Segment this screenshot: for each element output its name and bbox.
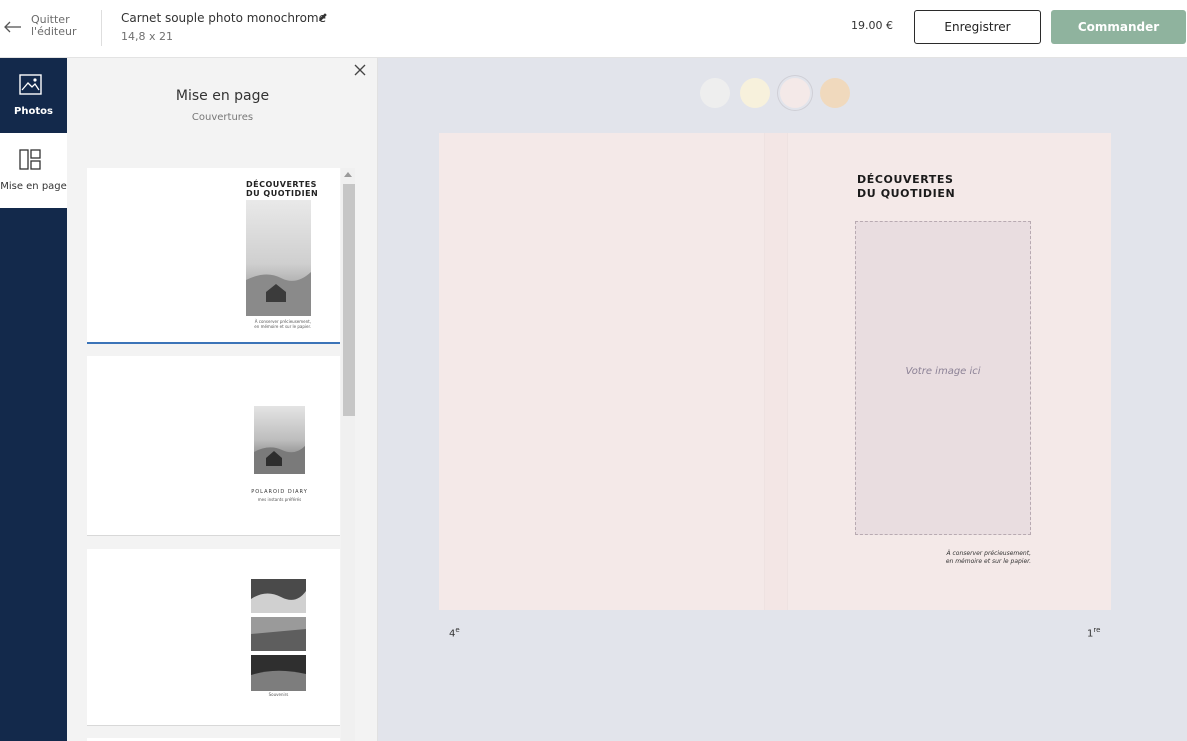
quit-editor-label: Quitter l'éditeur xyxy=(31,14,76,38)
page-suffix-front: re xyxy=(1093,626,1101,634)
thumb-caption: À conserver précieusement, en mémoire et… xyxy=(237,319,311,329)
sidebar-item-label: Mise en page xyxy=(0,181,67,192)
quit-editor-button[interactable]: Quitter l'éditeur xyxy=(0,0,100,58)
thumb-caption: Souvenirs xyxy=(268,692,289,697)
thumb-caption: mes instants préférés xyxy=(257,497,302,502)
thumb-title: POLAROID DIARY xyxy=(251,489,308,495)
quit-line-2: l'éditeur xyxy=(31,25,77,38)
page-label-front: 1re xyxy=(1087,626,1100,639)
thumb-photo-grid xyxy=(251,579,306,691)
layout-panel: Mise en page Couvertures DÉCOUVERTES DU … xyxy=(67,58,378,741)
color-swatch[interactable] xyxy=(700,78,730,108)
cover-title-line-2: DU QUOTIDIEN xyxy=(857,187,956,200)
thumbnail-scrollbar[interactable] xyxy=(341,168,355,741)
layout-thumbnail-list: DÉCOUVERTES DU QUOTIDIEN À conserver pré… xyxy=(87,168,341,741)
image-placeholder[interactable]: Votre image ici xyxy=(855,221,1031,535)
color-swatch[interactable] xyxy=(740,78,770,108)
color-swatch[interactable] xyxy=(780,78,810,108)
editor-canvas: DÉCOUVERTES DU QUOTIDIEN Votre image ici… xyxy=(378,58,1187,741)
close-icon[interactable] xyxy=(353,63,367,77)
cover-caption-line-2: en mémoire et sur le papier. xyxy=(945,558,1031,565)
cover-spread: DÉCOUVERTES DU QUOTIDIEN Votre image ici… xyxy=(439,133,1111,610)
project-title: Carnet souple photo monochrome xyxy=(121,11,327,25)
scroll-up-arrow-icon[interactable] xyxy=(344,172,352,177)
sidebar-item-label: Photos xyxy=(14,106,53,117)
top-bar: Quitter l'éditeur Carnet souple photo mo… xyxy=(0,0,1187,58)
cover-caption[interactable]: À conserver précieusement, en mémoire et… xyxy=(909,550,1031,566)
image-icon xyxy=(19,74,42,95)
sidebar-item-layout[interactable]: Mise en page xyxy=(0,133,67,208)
layout-thumbnail-2[interactable]: POLAROID DIARY mes instants préférés xyxy=(87,356,340,536)
image-placeholder-label: Votre image ici xyxy=(905,366,981,377)
panel-title: Mise en page xyxy=(175,88,270,104)
cover-title[interactable]: DÉCOUVERTES DU QUOTIDIEN xyxy=(857,173,955,201)
order-button[interactable]: Commander xyxy=(1051,10,1186,44)
sidebar-item-photos[interactable]: Photos xyxy=(0,58,67,133)
thumb-title-line-2: DU QUOTIDIEN xyxy=(246,189,319,198)
layout-thumbnail-1[interactable]: DÉCOUVERTES DU QUOTIDIEN À conserver pré… xyxy=(87,168,340,344)
left-sidebar: Photos Mise en page xyxy=(0,58,67,741)
panel-subtitle: Couvertures xyxy=(191,112,254,123)
arrow-left-icon xyxy=(4,21,21,33)
project-format: 14,8 x 21 xyxy=(121,30,173,43)
layout-thumbnail-3[interactable]: Souvenirs xyxy=(87,549,340,726)
save-button[interactable]: Enregistrer xyxy=(914,10,1041,44)
cover-title-line-1: DÉCOUVERTES xyxy=(857,173,954,186)
pencil-icon[interactable] xyxy=(318,12,328,22)
thumb-caption-line-2: en mémoire et sur le papier. xyxy=(254,324,311,329)
divider xyxy=(101,10,102,46)
thumb-photo-hut xyxy=(246,200,311,316)
color-swatch[interactable] xyxy=(820,78,850,108)
scrollbar-thumb[interactable] xyxy=(343,184,355,416)
price-label: 19.00 € xyxy=(851,19,893,32)
page-suffix-back: e xyxy=(455,626,460,634)
thumb-title-line-1: DÉCOUVERTES xyxy=(246,180,317,189)
layout-icon xyxy=(19,149,41,170)
cover-spine xyxy=(764,133,788,610)
thumb-title: DÉCOUVERTES DU QUOTIDIEN xyxy=(246,180,318,198)
page-label-back: 4e xyxy=(449,626,460,639)
cover-caption-line-1: À conserver précieusement, xyxy=(946,550,1031,557)
thumb-photo-hut xyxy=(254,406,305,474)
